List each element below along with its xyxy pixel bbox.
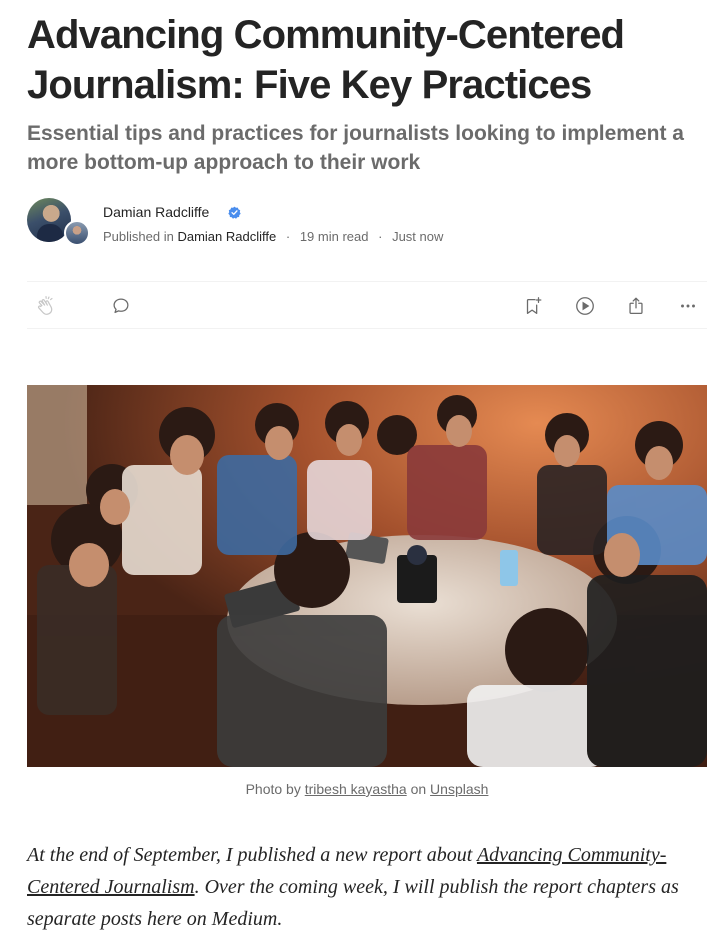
article-action-bar xyxy=(27,281,707,329)
more-icon[interactable] xyxy=(677,295,699,317)
article-paragraph: At the end of September, I published a n… xyxy=(27,839,717,935)
verified-badge-icon xyxy=(228,206,241,219)
listen-play-icon[interactable] xyxy=(574,295,596,317)
caption-prefix: Photo by xyxy=(245,781,301,797)
share-icon[interactable] xyxy=(625,295,647,317)
comment-icon[interactable] xyxy=(110,295,132,317)
publication-link[interactable]: Damian Radcliffe xyxy=(177,229,276,244)
hero-photo xyxy=(27,385,707,767)
photographer-link[interactable]: tribesh kayastha xyxy=(305,781,407,797)
publication-avatar[interactable] xyxy=(64,220,90,246)
meta-separator: · xyxy=(285,229,291,244)
paragraph-text-before-link: At the end of September, I published a n… xyxy=(27,844,477,866)
article-subtitle: Essential tips and practices for journal… xyxy=(27,122,684,174)
clap-icon[interactable] xyxy=(35,295,57,317)
posted-time: Just now xyxy=(392,229,444,244)
author-byline: Damian Radcliffe Published in Damian Rad… xyxy=(27,198,707,248)
read-time: 19 min read xyxy=(299,229,369,244)
article-title: Advancing Community-Centered Journalism:… xyxy=(27,13,625,107)
photo-caption: Photo by tribesh kayastha on Unsplash xyxy=(27,780,707,798)
unsplash-link[interactable]: Unsplash xyxy=(430,781,488,797)
article-meta: Published in Damian Radcliffe · 19 min r… xyxy=(103,229,443,245)
meta-separator: · xyxy=(378,229,383,244)
bookmark-add-icon[interactable] xyxy=(522,295,544,317)
caption-middle: on xyxy=(410,781,427,797)
published-in-label: Published in xyxy=(103,229,174,244)
author-name-link[interactable]: Damian Radcliffe xyxy=(103,203,209,221)
